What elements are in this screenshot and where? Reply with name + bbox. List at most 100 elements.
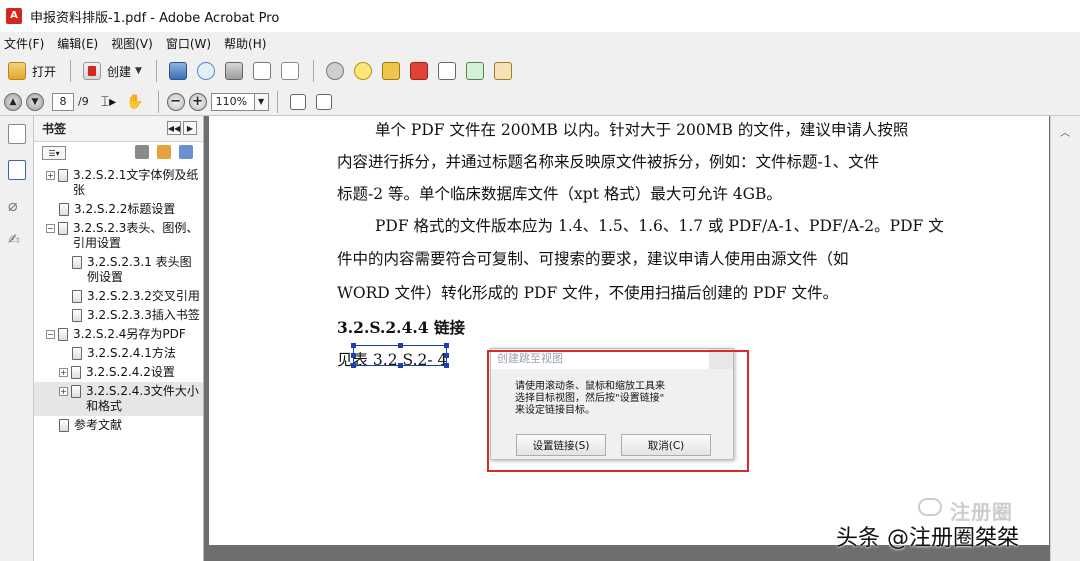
toolbar-separator — [276, 90, 278, 113]
expand-icon[interactable]: + — [59, 387, 68, 396]
fit-page-icon — [315, 93, 332, 110]
bookmark-tree: + 3.2.S.2.1文字体例及纸张 3.2.S.2.2标题设置 − 3.2.S… — [34, 164, 203, 435]
menu-help[interactable]: 帮助(H) — [224, 35, 266, 52]
bookmark-page-icon — [59, 419, 69, 432]
bookmarks-panel: 书签 ◀◀ ▶ ☰▾ + 3.2.S.2.1文字体例及纸张 3.2.S.2.2标… — [34, 116, 204, 561]
export-button[interactable] — [462, 59, 488, 83]
resize-handle[interactable] — [444, 343, 449, 348]
highlight-button[interactable] — [378, 59, 404, 83]
resize-handle[interactable] — [398, 363, 403, 368]
select-tool-button[interactable]: ⌶▸ — [97, 90, 120, 114]
document-view[interactable]: 单个 PDF 文件在 200MB 以内。针对大于 200MB 的文件，建议申请人… — [204, 116, 1050, 561]
bookmark-page-icon — [72, 309, 82, 322]
zoom-out-button[interactable]: − — [166, 92, 185, 111]
section-heading: 3.2.S.2.4.4 链接 — [337, 318, 465, 337]
signature-icon[interactable]: ✍ — [8, 232, 26, 252]
edit-button[interactable] — [249, 59, 275, 83]
resize-handle[interactable] — [351, 343, 356, 348]
printer-icon — [224, 62, 243, 80]
bookmark-item[interactable]: 3.2.S.2.4.1方法 — [34, 344, 203, 363]
trash-icon[interactable] — [135, 145, 149, 159]
bookmark-label: 3.2.S.2.3表头、图例、引用设置 — [73, 221, 199, 250]
comment-icon — [353, 62, 372, 80]
upload-button[interactable] — [193, 59, 219, 83]
menu-bar: 文件(F) 编辑(E) 视图(V) 窗口(W) 帮助(H) — [0, 32, 1080, 54]
mail-icon — [280, 62, 299, 80]
expand-icon[interactable]: + — [46, 171, 55, 180]
zoom-input[interactable]: 110% — [210, 92, 255, 111]
bookmark-item[interactable]: 3.2.S.2.3.2交叉引用 — [34, 287, 203, 306]
previous-page-button[interactable]: ▲ — [4, 92, 22, 111]
bookmark-icon[interactable] — [8, 160, 26, 180]
cloud-icon — [196, 62, 215, 80]
scroll-up-icon[interactable]: ︿ — [1060, 124, 1070, 139]
comment-button[interactable] — [350, 59, 376, 83]
bookmark-label: 3.2.S.2.4.2设置 — [86, 365, 175, 379]
bookmark-item[interactable]: + 3.2.S.2.1文字体例及纸张 — [34, 166, 203, 200]
create-button[interactable]: 创建 ▼ — [79, 59, 146, 83]
resize-handle[interactable] — [444, 363, 449, 368]
new-bookmark-icon[interactable] — [157, 145, 171, 159]
bookmark-label: 3.2.S.2.4.3文件大小和格式 — [86, 384, 199, 413]
bookmark-item[interactable]: + 3.2.S.2.4.2设置 — [34, 363, 203, 382]
fit-width-button[interactable] — [286, 90, 310, 114]
bookmark-item[interactable]: 3.2.S.2.3.1 表头图例设置 — [34, 253, 203, 287]
bookmark-item[interactable]: 3.2.S.2.2标题设置 — [34, 200, 203, 219]
page-number-input[interactable]: 8 — [52, 92, 74, 111]
page-thumbnails-icon[interactable] — [8, 124, 26, 144]
zoom-dropdown-button[interactable]: ▼ — [254, 92, 269, 111]
bookmark-item[interactable]: 参考文献 — [34, 416, 203, 435]
save-button[interactable] — [165, 59, 191, 83]
bookmark-page-icon — [58, 328, 68, 341]
attachment-icon[interactable]: ⌀ — [8, 196, 26, 216]
export-icon — [465, 62, 484, 80]
highlight-frame — [487, 350, 749, 472]
menu-edit[interactable]: 编辑(E) — [57, 35, 98, 52]
next-page-button[interactable]: ▼ — [26, 92, 44, 111]
options-menu-button[interactable]: ☰▾ — [42, 146, 66, 160]
menu-view[interactable]: 视图(V) — [111, 35, 153, 52]
settings-button[interactable] — [322, 59, 348, 83]
bookmark-label: 参考文献 — [74, 418, 123, 432]
resize-handle[interactable] — [398, 343, 403, 348]
resize-handle[interactable] — [351, 363, 356, 368]
wechat-icon — [918, 498, 942, 516]
document-button[interactable] — [434, 59, 460, 83]
expand-panel-button[interactable]: ▶ — [183, 121, 197, 135]
sign-button[interactable] — [490, 59, 516, 83]
fit-page-button[interactable] — [312, 90, 336, 114]
paragraph-line: 单个 PDF 文件在 200MB 以内。针对大于 200MB 的文件，建议申请人… — [375, 121, 909, 139]
bookmark-item[interactable]: 3.2.S.2.3.3插入书签 — [34, 306, 203, 325]
expand-bookmark-icon[interactable] — [179, 145, 193, 159]
print-button[interactable] — [221, 59, 247, 83]
vertical-scrollbar[interactable]: ︿ — [1050, 116, 1080, 561]
open-button[interactable]: 打开 — [4, 59, 60, 83]
toolbar-separator — [312, 60, 314, 82]
collapse-panel-button[interactable]: ◀◀ — [167, 121, 181, 135]
resize-handle[interactable] — [444, 353, 449, 358]
bookmark-item-selected[interactable]: + 3.2.S.2.4.3文件大小和格式 — [34, 382, 203, 416]
document-icon — [437, 62, 456, 80]
bookmark-page-icon — [71, 385, 81, 398]
hand-tool-button[interactable]: ✋ — [122, 90, 147, 114]
collapse-icon[interactable]: − — [46, 224, 55, 233]
paragraph-line: PDF 格式的文件版本应为 1.4、1.5、1.6、1.7 或 PDF/A-1、… — [375, 217, 944, 235]
window-title: 申报资料排版-1.pdf - Adobe Acrobat Pro — [30, 10, 280, 26]
zoom-in-button[interactable]: + — [188, 92, 207, 111]
bookmark-label: 3.2.S.2.4.1方法 — [87, 346, 176, 360]
expand-icon[interactable]: + — [59, 368, 68, 377]
bookmark-page-icon — [71, 366, 81, 379]
bookmark-item[interactable]: − 3.2.S.2.3表头、图例、引用设置 — [34, 219, 203, 253]
bookmark-label: 3.2.S.2.3.3插入书签 — [87, 308, 200, 322]
bookmark-item[interactable]: − 3.2.S.2.4另存为PDF — [34, 325, 203, 344]
menu-file[interactable]: 文件(F) — [4, 35, 44, 52]
sign-icon — [493, 62, 512, 80]
email-button[interactable] — [277, 59, 303, 83]
redact-button[interactable] — [406, 59, 432, 83]
open-label: 打开 — [32, 64, 57, 79]
bookmarks-toolbar: ☰▾ — [34, 142, 203, 164]
resize-handle[interactable] — [351, 353, 356, 358]
navigation-toolbar: ▲ ▼ 8 /9 ⌶▸ ✋ − + 110% ▼ — [0, 88, 1080, 116]
collapse-icon[interactable]: − — [46, 330, 55, 339]
menu-window[interactable]: 窗口(W) — [166, 35, 211, 52]
